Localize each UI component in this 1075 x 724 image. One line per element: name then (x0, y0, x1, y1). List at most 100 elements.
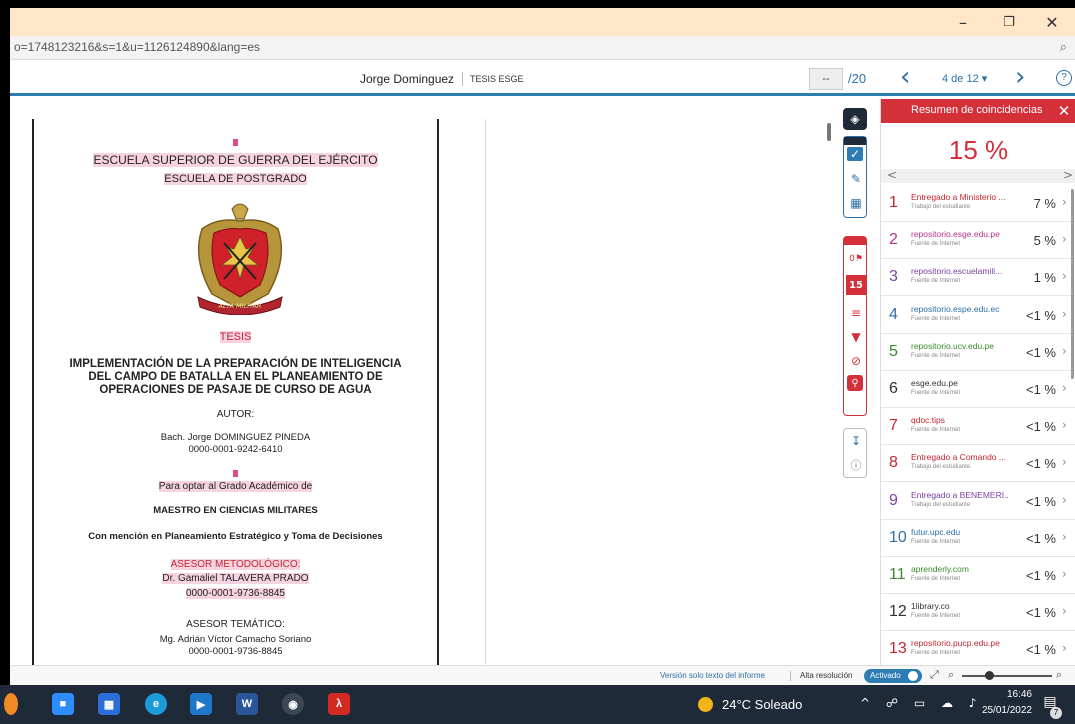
match-source: esge.edu.pe (911, 378, 958, 388)
match-source-type: Fuente de Internet (911, 427, 961, 434)
match-source-type: Trabajo del estudiante (911, 501, 971, 508)
match-row[interactable]: 6 esge.edu.pe Fuente de Internet <1 % › (881, 371, 1075, 408)
match-number: 10 (889, 528, 907, 546)
match-row[interactable]: 9 Entregado a BENEMERI... Trabajo del estu… (881, 483, 1075, 520)
chevron-right-icon[interactable]: › (1062, 530, 1067, 544)
chevron-right-icon[interactable]: › (1062, 269, 1067, 283)
hires-toggle[interactable]: Activado (864, 669, 922, 683)
match-percent: <1 % (1026, 605, 1056, 621)
clock-time[interactable]: 16:46 (972, 689, 1032, 700)
chevron-right-icon[interactable]: › (1062, 195, 1067, 209)
match-row[interactable]: 4 repositorio.espe.edu.ec Fuente de Intern… (881, 297, 1075, 334)
match-number: 12 (889, 603, 907, 621)
match-row[interactable]: 2 repositorio.esge.edu.pe Fuente de Intern… (881, 222, 1075, 260)
match-row[interactable]: 7 qdoc.tips Fuente de Internet <1 % › (881, 408, 1075, 446)
viewer-footer: Versión solo texto del informe Alta reso… (10, 665, 1075, 685)
match-row[interactable]: 13 repositorio.pucp.edu.pe Fuente de Inter… (881, 631, 1075, 665)
match-source: repositorio.espe.edu.ec (911, 303, 1000, 314)
minimize-button[interactable]: – (940, 8, 986, 36)
match-navigator-dropdown[interactable]: 4 de 12 ▾ (942, 72, 987, 85)
chrome-browser-icon[interactable]: ◉ (282, 693, 304, 715)
panel-close-button[interactable]: ✕ (1052, 99, 1075, 123)
chevron-right-icon[interactable]: › (1062, 641, 1067, 655)
filter-list-icon[interactable]: ≡ (846, 303, 866, 323)
download-icon[interactable]: ↧ (846, 431, 866, 451)
scroll-left-arrow-icon[interactable]: < (887, 168, 897, 182)
degree-mention: Con mención en Planeamiento Estratégico … (88, 531, 383, 542)
clock-date[interactable]: 25/01/2022 (964, 705, 1032, 716)
footer-divider (790, 671, 791, 681)
chevron-right-icon[interactable]: › (1062, 381, 1067, 395)
video-app-icon[interactable]: ▶ (190, 693, 212, 715)
next-match-chevron-icon[interactable]: › (1015, 64, 1025, 90)
pdf-reader-icon[interactable]: λ (328, 693, 350, 715)
match-source: Entregado a Ministerio ... (911, 192, 1006, 202)
address-bar[interactable]: o=1748123216&s=1&u=1126124890&lang=es ⌕ (10, 36, 1075, 60)
search-report-icon[interactable]: ⚲ (847, 375, 863, 391)
match-row[interactable]: 5 repositorio.ucv.edu.pe Fuente de Interne… (881, 334, 1075, 371)
zoom-slider-track[interactable] (962, 675, 1052, 677)
degree-title: MAESTRO EN CIENCIAS MILITARES (153, 505, 318, 516)
calendar-app-icon[interactable]: ▦ (98, 693, 120, 715)
match-source-type: Fuente de Internet (911, 650, 961, 657)
panel-horizontal-scroll[interactable]: < > (881, 168, 1075, 183)
header-divider (462, 72, 463, 86)
page-number-input[interactable]: -- (809, 68, 843, 90)
app-icon[interactable] (4, 693, 18, 715)
match-row[interactable]: 10 futur.upc.edu Fuente de Internet <1 % › (881, 520, 1075, 557)
flag-count[interactable]: 0 ⚑ (846, 249, 866, 269)
check-icon[interactable]: ✓ (847, 147, 863, 161)
match-count-badge[interactable]: 15 (846, 275, 866, 295)
prev-match-chevron-icon[interactable]: ‹ (900, 64, 910, 90)
match-source: Entregado a Comando ... (911, 452, 1006, 463)
match-row[interactable]: 11 aprenderly.com Fuente de Internet <1 % › (881, 557, 1075, 594)
zoom-out-icon[interactable]: ⌕ (948, 668, 954, 682)
panel-header: Resumen de coincidencias ✕ (881, 99, 1075, 123)
grading-group: ✓ ✎ ▦ (843, 136, 867, 218)
notification-count: 7 (1050, 707, 1062, 719)
match-percent: 5 % (1033, 233, 1056, 249)
match-row[interactable]: 1 Entregado a Ministerio ... Trabajo del e… (881, 185, 1075, 222)
author-orcid: 0000-0001-9242-6410 (188, 444, 283, 455)
fit-page-icon[interactable]: ⤢ (930, 668, 939, 682)
match-source-type: Fuente de Internet (911, 241, 961, 248)
zoom-icon[interactable]: ⌕ (1060, 39, 1067, 55)
match-source: qdoc.tips (911, 415, 946, 426)
layers-icon[interactable]: ◈ (845, 109, 865, 129)
info-icon[interactable]: ⓘ (846, 455, 866, 475)
chevron-right-icon[interactable]: › (1062, 455, 1067, 469)
filter-icon[interactable]: ▼ (846, 327, 866, 347)
match-percent: 1 % (1033, 270, 1056, 286)
match-number: 2 (889, 231, 898, 249)
thesis-label: TESIS (219, 331, 252, 343)
help-icon[interactable]: ? (1056, 70, 1072, 86)
match-row[interactable]: 3 repositorio.escuelamili... Fuente de Int… (881, 259, 1075, 297)
word-app-icon[interactable]: W (236, 693, 258, 715)
thematic-advisor-name: Mg. Adrián Víctor Camacho Soriano (159, 634, 312, 645)
chevron-right-icon[interactable]: › (1062, 418, 1067, 432)
exclude-icon[interactable]: ⊘ (846, 351, 866, 371)
rubric-grid-icon[interactable]: ▦ (846, 193, 866, 213)
match-row[interactable]: 12 1library.co Fuente de Internet <1 % › (881, 594, 1075, 632)
zoom-slider-handle[interactable] (985, 671, 994, 680)
chevron-right-icon[interactable]: › (1062, 344, 1067, 358)
edit-icon[interactable]: ✎ (846, 169, 866, 189)
weather-text[interactable]: 24°C Soleado (722, 697, 802, 712)
chevron-right-icon[interactable]: › (1062, 232, 1067, 246)
match-row[interactable]: 8 Entregado a Comando ... Trabajo del estu… (881, 445, 1075, 483)
restore-button[interactable]: ❐ (986, 8, 1032, 36)
chevron-right-icon[interactable]: › (1062, 604, 1067, 618)
panel-scrollbar[interactable] (1071, 189, 1074, 379)
match-number: 1 (889, 194, 898, 211)
text-only-link[interactable]: Versión solo texto del informe (660, 671, 765, 680)
chevron-right-icon[interactable]: › (1062, 493, 1067, 507)
zoom-app-icon[interactable]: ■ (52, 693, 74, 715)
chevron-right-icon[interactable]: › (1062, 307, 1067, 321)
scroll-right-arrow-icon[interactable]: > (1063, 168, 1073, 182)
zoom-in-icon[interactable]: ⌕ (1056, 668, 1062, 682)
document-scrollbar[interactable] (827, 123, 831, 141)
close-window-button[interactable]: ✕ (1029, 8, 1075, 36)
match-number: 11 (889, 566, 906, 583)
edge-browser-icon[interactable]: e (145, 693, 167, 715)
chevron-right-icon[interactable]: › (1062, 567, 1067, 581)
